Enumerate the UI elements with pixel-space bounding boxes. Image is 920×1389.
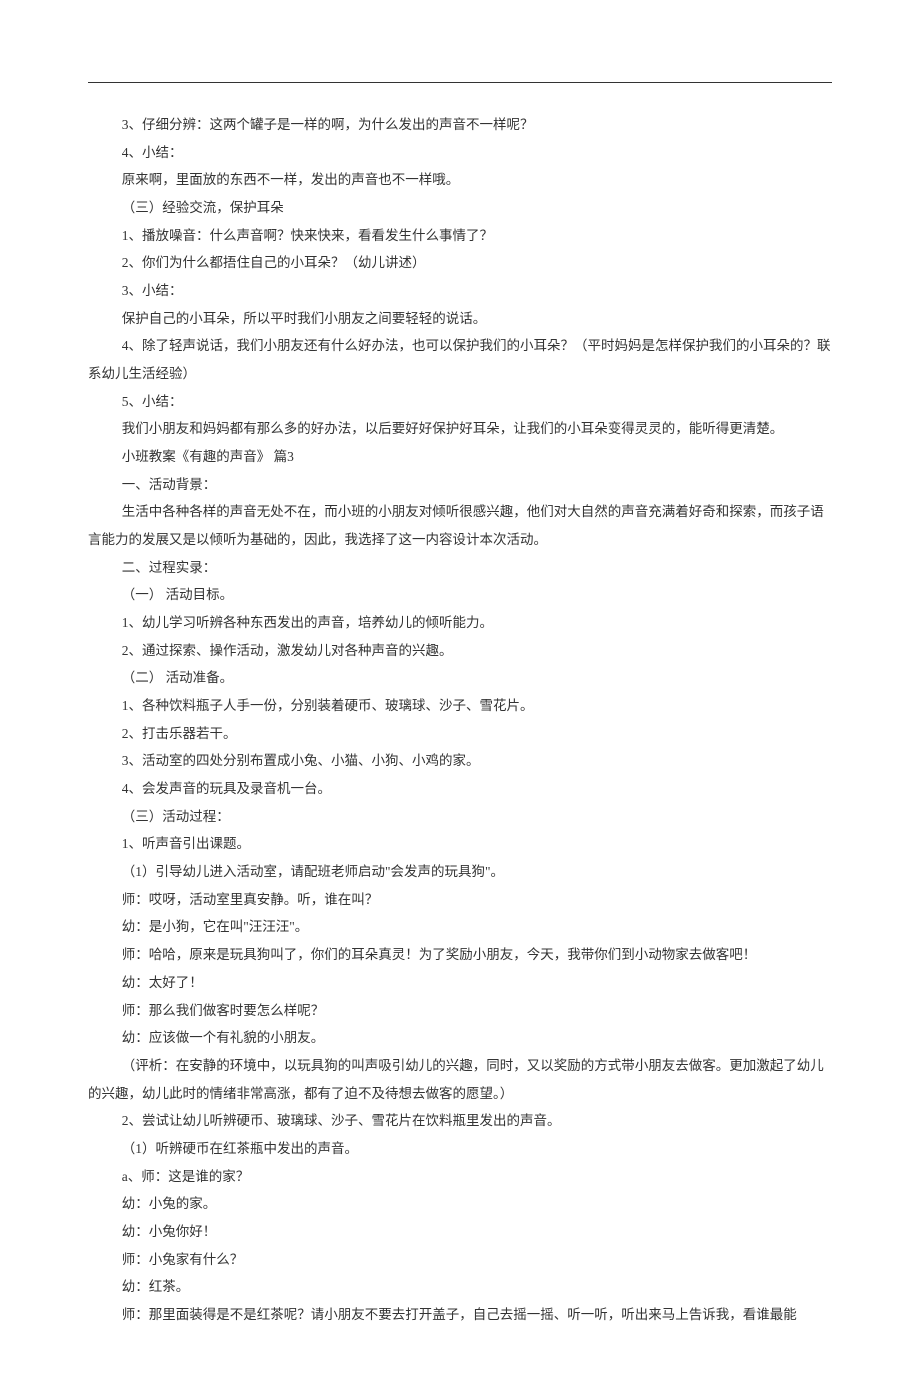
paragraph: 2、尝试让幼儿听辨硬币、玻璃球、沙子、雪花片在饮料瓶里发出的声音。 bbox=[88, 1107, 832, 1135]
paragraph: （三）活动过程： bbox=[88, 803, 832, 831]
paragraph: 幼：红茶。 bbox=[88, 1273, 832, 1301]
paragraph: 4、除了轻声说话，我们小朋友还有什么好办法，也可以保护我们的小耳朵？（平时妈妈是… bbox=[88, 332, 832, 387]
paragraph: 师：那么我们做客时要怎么样呢？ bbox=[88, 997, 832, 1025]
paragraph: 一、活动背景： bbox=[88, 471, 832, 499]
paragraph: （三）经验交流，保护耳朵 bbox=[88, 194, 832, 222]
paragraph: 幼：小兔的家。 bbox=[88, 1190, 832, 1218]
paragraph: （二） 活动准备。 bbox=[88, 664, 832, 692]
paragraph: 2、你们为什么都捂住自己的小耳朵？（幼儿讲述） bbox=[88, 249, 832, 277]
paragraph: 幼：应该做一个有礼貌的小朋友。 bbox=[88, 1024, 832, 1052]
paragraph: 4、会发声音的玩具及录音机一台。 bbox=[88, 775, 832, 803]
paragraph: 4、小结： bbox=[88, 139, 832, 167]
paragraph: 幼：太好了！ bbox=[88, 969, 832, 997]
paragraph: 1、听声音引出课题。 bbox=[88, 830, 832, 858]
paragraph: 幼：小兔你好！ bbox=[88, 1218, 832, 1246]
paragraph: 二、过程实录： bbox=[88, 554, 832, 582]
paragraph: 生活中各种各样的声音无处不在，而小班的小朋友对倾听很感兴趣，他们对大自然的声音充… bbox=[88, 498, 832, 553]
paragraph: 3、活动室的四处分别布置成小兔、小猫、小狗、小鸡的家。 bbox=[88, 747, 832, 775]
paragraph: 师：小兔家有什么？ bbox=[88, 1246, 832, 1274]
paragraph: a、师：这是谁的家？ bbox=[88, 1163, 832, 1191]
paragraph: 幼：是小狗，它在叫"汪汪汪"。 bbox=[88, 913, 832, 941]
paragraph: （1）听辨硬币在红茶瓶中发出的声音。 bbox=[88, 1135, 832, 1163]
document-body: 3、仔细分辨：这两个罐子是一样的啊，为什么发出的声音不一样呢？4、小结：原来啊，… bbox=[88, 111, 832, 1329]
paragraph: 师：哈哈，原来是玩具狗叫了，你们的耳朵真灵！为了奖励小朋友，今天，我带你们到小动… bbox=[88, 941, 832, 969]
paragraph: 2、通过探索、操作活动，激发幼儿对各种声音的兴趣。 bbox=[88, 637, 832, 665]
paragraph: 1、幼儿学习听辨各种东西发出的声音，培养幼儿的倾听能力。 bbox=[88, 609, 832, 637]
paragraph: 我们小朋友和妈妈都有那么多的好办法，以后要好好保护好耳朵，让我们的小耳朵变得灵灵… bbox=[88, 415, 832, 443]
paragraph: 5、小结： bbox=[88, 388, 832, 416]
paragraph: 1、各种饮料瓶子人手一份，分别装着硬币、玻璃球、沙子、雪花片。 bbox=[88, 692, 832, 720]
paragraph: 3、仔细分辨：这两个罐子是一样的啊，为什么发出的声音不一样呢？ bbox=[88, 111, 832, 139]
paragraph: 2、打击乐器若干。 bbox=[88, 720, 832, 748]
paragraph: （评析：在安静的环境中，以玩具狗的叫声吸引幼儿的兴趣，同时，又以奖励的方式带小朋… bbox=[88, 1052, 832, 1107]
paragraph: （1）引导幼儿进入活动室，请配班老师启动"会发声的玩具狗"。 bbox=[88, 858, 832, 886]
paragraph: （一） 活动目标。 bbox=[88, 581, 832, 609]
paragraph: 师：那里面装得是不是红茶呢？请小朋友不要去打开盖子，自己去摇一摇、听一听，听出来… bbox=[88, 1301, 832, 1329]
paragraph: 3、小结： bbox=[88, 277, 832, 305]
paragraph: 师：哎呀，活动室里真安静。听，谁在叫？ bbox=[88, 886, 832, 914]
paragraph: 1、播放噪音：什么声音啊？快来快来，看看发生什么事情了？ bbox=[88, 222, 832, 250]
paragraph: 保护自己的小耳朵，所以平时我们小朋友之间要轻轻的说话。 bbox=[88, 305, 832, 333]
top-rule bbox=[88, 82, 832, 83]
paragraph: 原来啊，里面放的东西不一样，发出的声音也不一样哦。 bbox=[88, 166, 832, 194]
paragraph: 小班教案《有趣的声音》 篇3 bbox=[88, 443, 832, 471]
